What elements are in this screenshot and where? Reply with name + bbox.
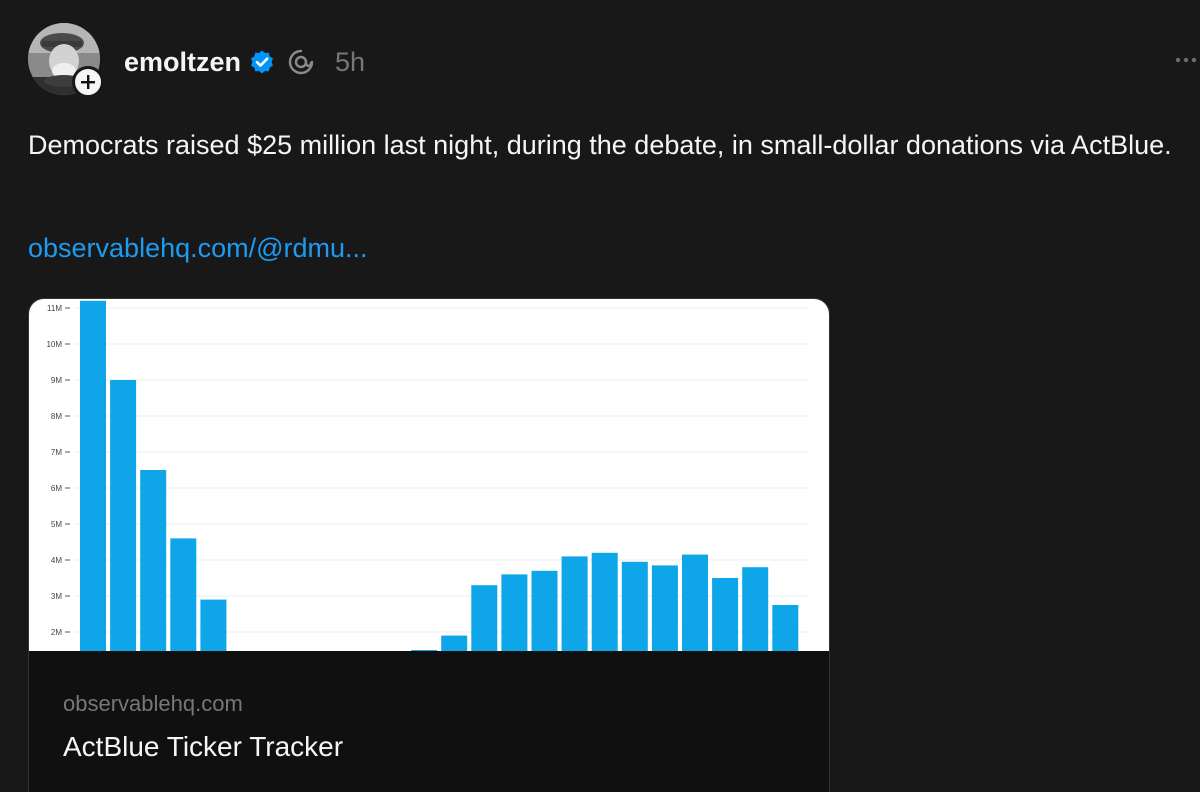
y-tick-label: 9M [51, 376, 62, 385]
y-tick-label: 4M [51, 556, 62, 565]
card-footer: observablehq.com ActBlue Ticker Tracker [29, 651, 829, 792]
bar-chart: 2M 3M 4M 5M 6M 7M 8M 9M 10M 11M [46, 300, 809, 651]
y-tick-label: 7M [51, 448, 62, 457]
card-title: ActBlue Ticker Tracker [63, 731, 344, 762]
chart-bar [110, 380, 137, 651]
username[interactable]: emoltzen [124, 47, 241, 78]
y-tick-label: 8M [51, 412, 62, 421]
chart-bar [561, 556, 588, 651]
chart-bar [742, 567, 769, 651]
chart-bar [772, 605, 799, 651]
chart-bar [140, 470, 167, 651]
chart-bar [471, 585, 498, 651]
verified-badge-icon [249, 49, 275, 75]
avatar-container[interactable] [28, 23, 104, 98]
chart-bar [651, 565, 678, 651]
y-tick-label: 5M [51, 520, 62, 529]
y-tick-label: 6M [51, 484, 62, 493]
chart-bar [591, 552, 618, 651]
plus-icon [81, 75, 95, 89]
link-preview-card[interactable]: 2M 3M 4M 5M 6M 7M 8M 9M 10M 11M observablehq.com … [28, 298, 830, 792]
post-header: emoltzen 5h [124, 40, 365, 84]
chart-bar [531, 570, 558, 651]
threads-logo-icon [287, 48, 315, 76]
chart-bar [200, 599, 227, 651]
chart-bar [170, 538, 197, 651]
y-tick-label: 3M [51, 592, 62, 601]
card-preview-image: 2M 3M 4M 5M 6M 7M 8M 9M 10M 11M [29, 299, 829, 651]
chart-bar [501, 574, 528, 651]
chart-bar [441, 635, 468, 651]
chart-bar [712, 578, 739, 651]
post-link[interactable]: observablehq.com/@rdmu... [28, 227, 368, 269]
follow-button[interactable] [72, 66, 104, 98]
y-tick-label: 11M [47, 304, 62, 313]
chart-bar [80, 300, 106, 651]
chart-bar [682, 554, 708, 651]
more-options-icon[interactable] [1172, 50, 1200, 70]
card-domain: observablehq.com [63, 691, 243, 716]
post-body-text: Democrats raised $25 million last night,… [28, 130, 1172, 160]
chart-bar [621, 561, 648, 651]
y-tick-label: 10M [46, 340, 62, 349]
post-timestamp: 5h [335, 46, 366, 77]
y-tick-label: 2M [51, 628, 62, 637]
